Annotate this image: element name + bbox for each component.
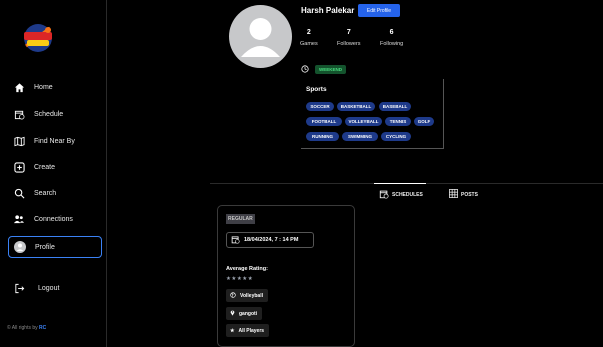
sidebar-item-schedule[interactable]: Schedule — [8, 103, 102, 125]
calendar-icon — [379, 189, 389, 201]
sport-chip-golf: GOLF — [414, 117, 434, 126]
sidebar-item-label: Create — [34, 163, 56, 171]
map-icon — [12, 134, 26, 148]
volleyball-icon — [230, 291, 236, 300]
rating-stars: ★★★★★ — [226, 276, 254, 282]
sidebar-item-home[interactable]: Home — [8, 76, 102, 98]
audience-pill: ★ All Players — [226, 324, 270, 337]
schedule-card[interactable]: REGULAR 18/04/2024, 7 : 14 PM Average Ra… — [217, 205, 355, 347]
tab-schedules[interactable]: SCHEDULES — [379, 189, 423, 201]
sport-chip-running: RUNNING — [306, 132, 339, 141]
avatar-icon — [13, 240, 27, 254]
profile-name: Harsh Palekar — [301, 6, 355, 15]
sidebar-item-label: Logout — [38, 284, 60, 292]
footer-credit: © All rights by RC — [7, 325, 47, 331]
location-pill: gangoti — [226, 307, 263, 320]
tab-posts[interactable]: POSTS — [449, 189, 478, 200]
sport-chip-baseball: BASEBALL — [379, 102, 411, 111]
profile-avatar[interactable] — [229, 5, 292, 68]
sidebar-item-logout[interactable]: Logout — [8, 277, 102, 299]
average-rating-label: Average Rating: — [226, 266, 268, 272]
people-icon — [12, 212, 26, 226]
sidebar: Home Schedule Find Near By Create Search… — [0, 0, 107, 347]
logout-icon — [12, 281, 26, 295]
calendar-icon — [12, 107, 26, 121]
calendar-icon — [231, 235, 240, 246]
sport-chip-football: FOOTBALL — [306, 117, 342, 126]
sport-chip-basketball: BASKETBALL — [337, 102, 375, 111]
sidebar-item-label: Schedule — [34, 110, 64, 118]
tab-label: SCHEDULES — [392, 192, 423, 198]
clock-icon — [301, 60, 309, 78]
home-icon — [12, 80, 26, 94]
sidebar-item-connections[interactable]: Connections — [8, 208, 102, 230]
sports-title: Sports — [306, 86, 327, 93]
sport-chip-swimming: SWIMMING — [342, 132, 378, 141]
location-pin-icon — [230, 309, 235, 318]
availability-badge: WEEKEND — [315, 64, 347, 74]
sport-chip-cycling: CYCLING — [381, 132, 411, 141]
sidebar-item-label: Search — [34, 189, 57, 197]
sport-chip-volleyball: VOLLEYBALL — [345, 117, 382, 126]
sport-chip-tennis: TENNIS — [385, 117, 411, 126]
sports-card: Sports SOCCER BASKETBALL BASEBALL FOOTBA… — [301, 79, 444, 149]
app-logo[interactable] — [18, 20, 58, 56]
plus-square-icon — [12, 160, 26, 174]
schedule-datetime: 18/04/2024, 7 : 14 PM — [226, 232, 314, 248]
sport-chip-soccer: SOCCER — [306, 102, 334, 111]
footer-brand[interactable]: RC — [39, 325, 46, 331]
star-icon: ★ — [230, 327, 235, 334]
sidebar-item-find-near-by[interactable]: Find Near By — [8, 130, 102, 152]
sidebar-item-label: Home — [34, 83, 53, 91]
sport-pill: Volleyball — [226, 289, 268, 302]
edit-profile-button[interactable]: Edit Profile — [358, 4, 400, 17]
active-tab-indicator — [374, 183, 426, 184]
sidebar-item-search[interactable]: Search — [8, 182, 102, 204]
sidebar-item-label: Find Near By — [34, 137, 75, 145]
sidebar-item-label: Profile — [35, 243, 55, 251]
sidebar-item-create[interactable]: Create — [8, 156, 102, 178]
stat-followers[interactable]: 7 Followers — [337, 29, 361, 47]
stat-games[interactable]: 2 Games — [300, 29, 318, 47]
tab-label: POSTS — [461, 191, 478, 198]
schedule-type-badge: REGULAR — [226, 214, 255, 224]
search-icon — [12, 186, 26, 200]
grid-icon — [449, 189, 458, 200]
stat-following[interactable]: 6 Following — [380, 29, 403, 47]
sidebar-item-profile[interactable]: Profile — [8, 236, 102, 258]
sidebar-item-label: Connections — [34, 215, 73, 223]
availability-row: WEEKEND — [301, 60, 347, 78]
